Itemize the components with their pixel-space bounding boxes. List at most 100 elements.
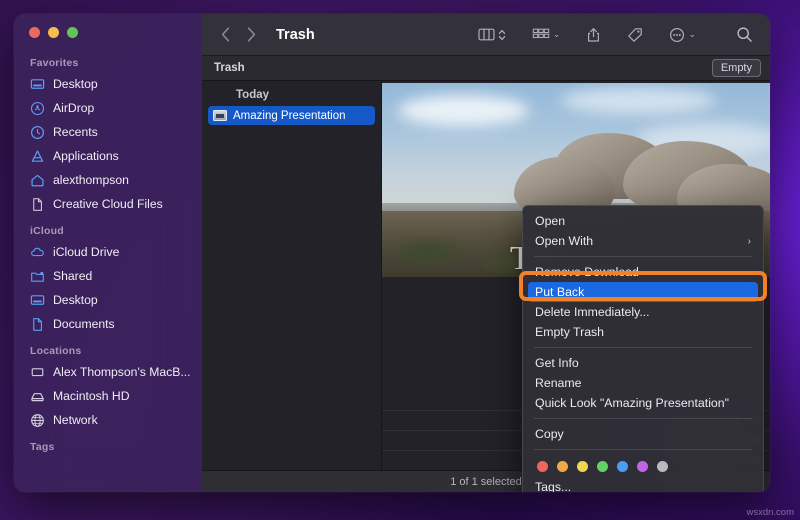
context-menu: Open Open With › Remove Download Put Bac… [522, 205, 764, 492]
sidebar-item-airdrop[interactable]: AirDrop [14, 96, 202, 120]
sidebar-item-icloud-desktop[interactable]: Desktop [14, 288, 202, 312]
menu-item-label: Open [535, 214, 566, 228]
sidebar-item-label: Recents [53, 125, 98, 139]
document-icon [30, 317, 45, 332]
sidebar-item-label: Desktop [53, 77, 98, 91]
sidebar-item-label: Network [53, 413, 98, 427]
window-title: Trash [276, 26, 315, 43]
menu-item-open[interactable]: Open [523, 211, 763, 231]
sidebar: Favorites Desktop AirDrop Recents Applic… [14, 14, 202, 492]
sidebar-item-label: Documents [53, 317, 115, 331]
menu-item-label: Remove Download [535, 265, 639, 279]
tag-color-blue[interactable] [617, 461, 628, 472]
tag-color-row[interactable] [523, 455, 763, 477]
tag-button[interactable] [622, 22, 648, 48]
clock-icon [30, 125, 45, 140]
sidebar-item-label: Shared [53, 269, 93, 283]
presentation-file-icon [213, 110, 227, 121]
menu-item-open-with[interactable]: Open With › [523, 231, 763, 251]
laptop-icon [30, 365, 45, 380]
back-button[interactable] [212, 22, 238, 48]
chevron-down-icon: ⌄ [552, 29, 561, 39]
network-globe-icon [30, 413, 45, 428]
menu-item-label: Put Back [535, 285, 585, 299]
sidebar-item-label: alexthompson [53, 173, 129, 187]
chevron-updown-icon [498, 29, 506, 40]
sidebar-item-label: Macintosh HD [53, 389, 130, 403]
sidebar-item-applications[interactable]: Applications [14, 144, 202, 168]
menu-item-tags[interactable]: Tags... [523, 477, 763, 492]
menu-item-copy[interactable]: Copy [523, 424, 763, 444]
window-traffic-lights[interactable] [29, 27, 78, 38]
harddisk-icon [30, 389, 45, 404]
airdrop-icon [30, 101, 45, 116]
menu-item-empty-trash[interactable]: Empty Trash [523, 322, 763, 342]
tag-color-red[interactable] [537, 461, 548, 472]
watermark: wsxdn.com [746, 507, 794, 518]
sidebar-item-label: Applications [53, 149, 119, 163]
sidebar-item-desktop[interactable]: Desktop [14, 72, 202, 96]
cloud-shape [560, 86, 716, 115]
sidebar-item-recents[interactable]: Recents [14, 120, 202, 144]
zoom-button[interactable] [67, 27, 78, 38]
more-actions-button[interactable]: ⌄ [664, 22, 701, 48]
cloud-shape [397, 94, 530, 126]
chevron-down-icon: ⌄ [688, 29, 696, 39]
desktop-icon [30, 293, 45, 308]
file-list-item-amazing-presentation[interactable]: Amazing Presentation [208, 106, 375, 125]
menu-item-put-back[interactable]: Put Back [528, 282, 758, 302]
file-list: Today Amazing Presentation [202, 81, 382, 470]
menu-item-label: Rename [535, 376, 582, 390]
menu-item-label: Empty Trash [535, 325, 605, 339]
menu-item-label: Copy [535, 427, 564, 441]
menu-item-rename[interactable]: Rename [523, 373, 763, 393]
menu-item-quick-look[interactable]: Quick Look "Amazing Presentation" [523, 393, 763, 413]
minimize-button[interactable] [48, 27, 59, 38]
menu-item-delete-immediately[interactable]: Delete Immediately... [523, 302, 763, 322]
menu-item-label: Quick Look "Amazing Presentation" [535, 396, 729, 410]
sidebar-item-network[interactable]: Network [14, 408, 202, 432]
group-by-icon [532, 28, 550, 39]
menu-separator [534, 449, 752, 450]
search-button[interactable] [731, 22, 758, 48]
desktop-icon [30, 77, 45, 92]
empty-trash-button[interactable]: Empty [711, 59, 761, 77]
sidebar-item-label: AirDrop [53, 101, 95, 115]
tag-color-green[interactable] [597, 461, 608, 472]
tag-color-yellow[interactable] [577, 461, 588, 472]
tag-color-purple[interactable] [637, 461, 648, 472]
sidebar-item-label: Desktop [53, 293, 98, 307]
sidebar-item-creative-cloud-files[interactable]: Creative Cloud Files [14, 192, 202, 216]
tag-color-orange[interactable] [557, 461, 568, 472]
menu-item-get-info[interactable]: Get Info [523, 353, 763, 373]
sidebar-item-label: Creative Cloud Files [53, 197, 163, 211]
more-circle-icon [670, 27, 685, 42]
sidebar-item-macbook[interactable]: Alex Thompson's MacB... [14, 360, 202, 384]
path-bar: Trash Empty [202, 56, 770, 81]
sidebar-group-locations-title: Locations [30, 345, 82, 357]
menu-separator [534, 256, 752, 257]
view-mode-button[interactable] [473, 22, 511, 48]
path-bar-label: Trash [214, 62, 245, 74]
group-by-button[interactable]: ⌄ [527, 22, 566, 48]
sidebar-item-documents[interactable]: Documents [14, 312, 202, 336]
sidebar-group-icloud-title: iCloud [30, 225, 64, 237]
home-icon [30, 173, 45, 188]
sidebar-item-home[interactable]: alexthompson [14, 168, 202, 192]
finder-window: Favorites Desktop AirDrop Recents Applic… [14, 14, 770, 492]
applications-icon [30, 149, 45, 164]
menu-separator [534, 418, 752, 419]
tag-color-gray[interactable] [657, 461, 668, 472]
toolbar: Trash ⌄ ⌄ [202, 14, 770, 56]
share-button[interactable] [581, 22, 606, 48]
sidebar-group-tags-title: Tags [30, 441, 55, 453]
sidebar-item-shared[interactable]: Shared [14, 264, 202, 288]
forward-button[interactable] [238, 22, 264, 48]
menu-item-label: Get Info [535, 356, 579, 370]
sidebar-item-macintosh-hd[interactable]: Macintosh HD [14, 384, 202, 408]
sidebar-item-label: iCloud Drive [53, 245, 120, 259]
menu-item-remove-download[interactable]: Remove Download [523, 262, 763, 282]
content-area: Trash ⌄ ⌄ Trash Empty Today Amazing Pres… [202, 14, 770, 492]
sidebar-item-icloud-drive[interactable]: iCloud Drive [14, 240, 202, 264]
close-button[interactable] [29, 27, 40, 38]
